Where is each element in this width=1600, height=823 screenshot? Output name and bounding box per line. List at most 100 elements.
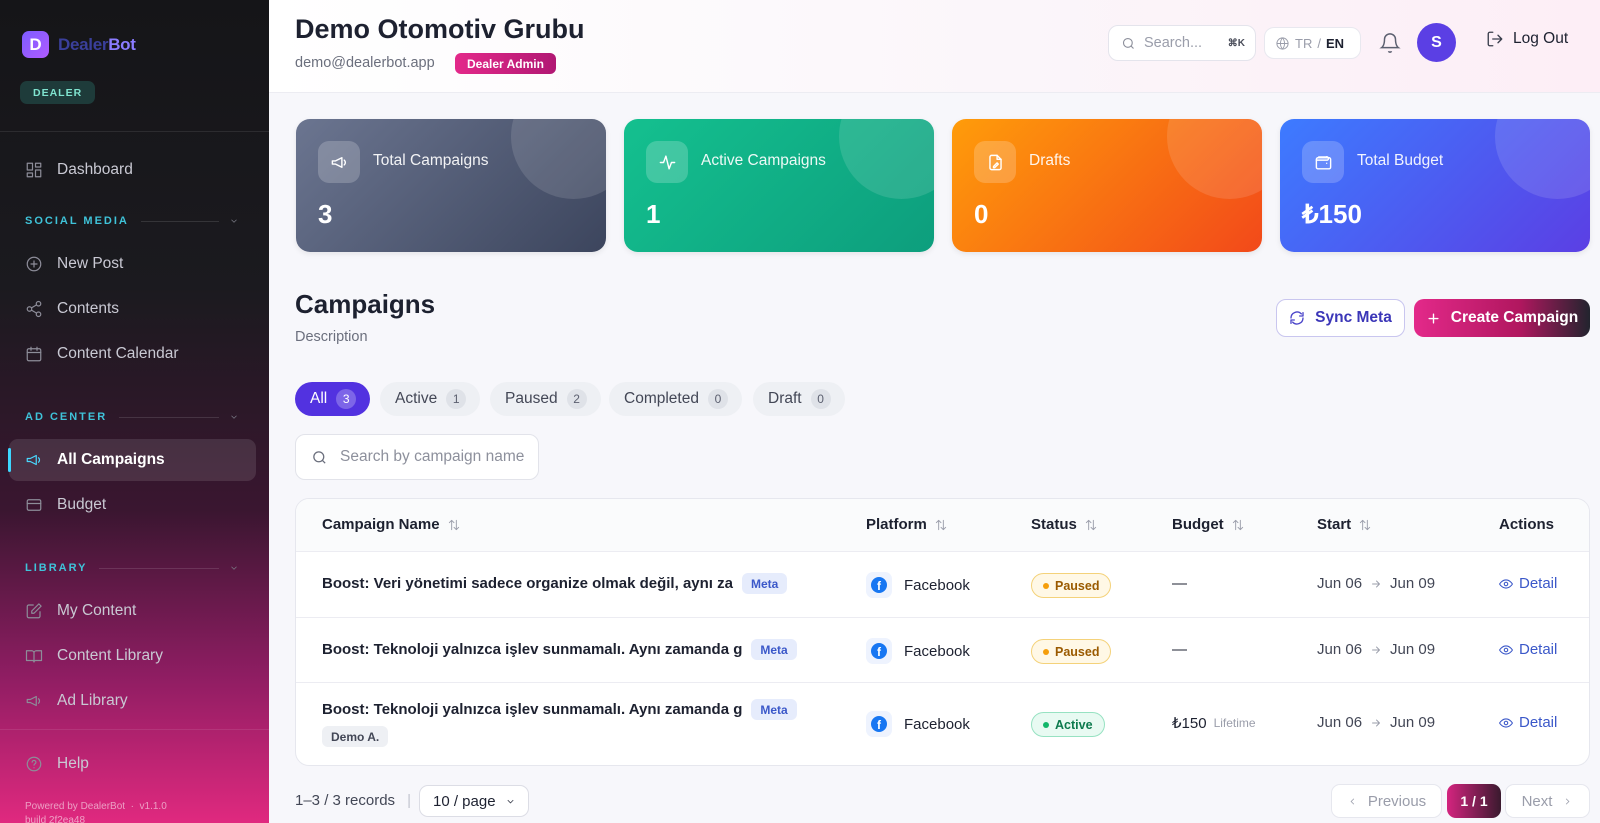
campaign-name-cell[interactable]: Boost: Teknoloji yalnızca işlev sunmamal… [322,639,797,660]
global-search[interactable]: Search... ⌘K [1108,25,1256,61]
campaign-search-input[interactable]: Search by campaign name [295,434,539,480]
table-row: Boost: Teknoloji yalnızca işlev sunmamal… [296,618,1589,683]
tab-completed[interactable]: Completed 0 [609,382,742,416]
help-circle-icon [26,756,42,772]
edit-icon [26,603,42,619]
sidebar-item-help[interactable]: Help [9,743,256,785]
tab-count: 0 [707,389,728,409]
sidebar-item-budget[interactable]: Budget [9,484,256,526]
tab-label: All [310,390,328,407]
dealer-tag: Demo A. [322,726,389,747]
section-ad-center[interactable]: AD CENTER [25,411,239,423]
search-icon [313,450,326,464]
campaign-name: Boost: Teknoloji yalnızca işlev sunmamal… [322,701,743,718]
file-edit-icon [988,154,1002,170]
campaign-name: Boost: Veri yönetimi sadece organize olm… [322,575,733,592]
tab-label: Paused [505,390,558,407]
chevron-right-icon [1566,797,1570,805]
sidebar-item-new-post[interactable]: New Post [9,243,256,285]
campaigns-table: Campaign Name Platform Status Budget Sta… [295,498,1590,766]
section-social-media[interactable]: SOCIAL MEDIA [25,215,239,227]
status-cell: Paused [1031,639,1112,664]
search-icon [1122,37,1134,49]
stat-label: Total Budget [1357,152,1444,169]
campaign-name-cell[interactable]: Boost: Teknoloji yalnızca işlev sunmamal… [322,699,797,720]
next-page-button[interactable]: Next [1505,784,1590,818]
stat-card-total-campaigns: Total Campaigns 3 [296,119,606,252]
section-library[interactable]: LIBRARY [25,562,239,574]
budget-cell: — [1172,641,1187,658]
notifications-button[interactable] [1379,32,1401,54]
sidebar-item-label: Help [57,755,89,772]
tab-label: Completed [624,390,699,407]
eye-icon [1499,644,1513,655]
sidebar-item-my-content[interactable]: My Content [9,590,256,632]
search-placeholder: Search by campaign name [340,448,525,465]
megaphone-icon [26,695,41,707]
lang-en[interactable]: EN [1326,36,1344,51]
page-size-select[interactable]: 10 / page [419,785,529,817]
lang-separator: / [1317,35,1321,51]
megaphone-icon [331,156,346,168]
column-campaign-name[interactable]: Campaign Name [322,516,461,533]
stat-value: 1 [646,199,661,229]
sidebar-divider [0,131,269,132]
previous-page-button[interactable]: Previous [1331,784,1442,818]
tab-active[interactable]: Active 1 [380,382,481,416]
sidebar-item-label: Contents [57,300,120,317]
arrow-right-icon [1372,646,1380,653]
sidebar-item-all-campaigns[interactable]: All Campaigns [8,439,256,481]
sidebar-item-content-library[interactable]: Content Library [9,635,256,677]
status-cell: Paused [1031,573,1112,598]
sidebar-item-content-calendar[interactable]: Content Calendar [9,333,256,375]
brand[interactable]: D DealerBot [22,31,136,58]
logout-button[interactable]: Log Out [1486,30,1568,48]
avatar[interactable]: S [1417,23,1456,62]
shortcut-hint: ⌘K [1227,37,1245,49]
sync-meta-button[interactable]: Sync Meta [1276,299,1405,337]
sidebar-item-dashboard[interactable]: Dashboard [9,149,256,191]
campaign-name-cell[interactable]: Boost: Veri yönetimi sadece organize olm… [322,573,788,594]
stat-value: 0 [974,199,989,229]
chevron-down-icon [231,566,237,570]
page-size-value: 10 / page [433,792,496,810]
column-start[interactable]: Start [1317,516,1372,533]
column-status[interactable]: Status [1031,516,1098,533]
tab-paused[interactable]: Paused 2 [490,382,601,416]
section-label: LIBRARY [25,562,88,574]
calendar-icon [26,346,42,362]
build-info: build 2f2ea48 [25,815,86,823]
sidebar-item-label: Content Library [57,647,163,664]
column-budget[interactable]: Budget [1172,516,1245,533]
detail-link[interactable]: Detail [1499,641,1557,658]
section-title: Campaigns [295,289,436,319]
status-badge: Paused [1031,639,1112,664]
sidebar-item-ad-library[interactable]: Ad Library [9,680,256,722]
date-range-cell: Jun 06 Jun 09 [1317,714,1436,731]
megaphone-icon [26,454,41,466]
logout-icon [1487,31,1503,47]
arrow-right-icon [1372,580,1380,587]
tab-all[interactable]: All 3 [295,382,371,416]
book-icon [25,650,43,663]
detail-link[interactable]: Detail [1499,575,1557,592]
sidebar-item-label: New Post [57,255,124,272]
page-title: Demo Otomotiv Grubu [295,14,585,44]
create-campaign-button[interactable]: Create Campaign [1414,299,1590,337]
sort-icon [1232,519,1243,530]
language-switcher[interactable]: TR / EN [1264,27,1361,59]
meta-tag: Meta [751,699,797,720]
date-range-cell: Jun 06 Jun 09 [1317,641,1436,658]
sidebar-item-contents[interactable]: Contents [9,288,256,330]
column-platform[interactable]: Platform [866,516,948,533]
search-placeholder: Search... [1144,35,1203,51]
grid-icon [26,162,42,178]
detail-link[interactable]: Detail [1499,714,1557,731]
credit-card-icon [26,499,42,511]
lang-tr[interactable]: TR [1295,36,1312,51]
tab-draft[interactable]: Draft 0 [753,382,845,416]
current-page[interactable]: 1 / 1 [1447,784,1501,818]
plus-circle-icon [26,256,42,272]
table-row: Boost: Teknoloji yalnızca işlev sunmamal… [296,683,1589,765]
section-label: AD CENTER [25,411,108,423]
